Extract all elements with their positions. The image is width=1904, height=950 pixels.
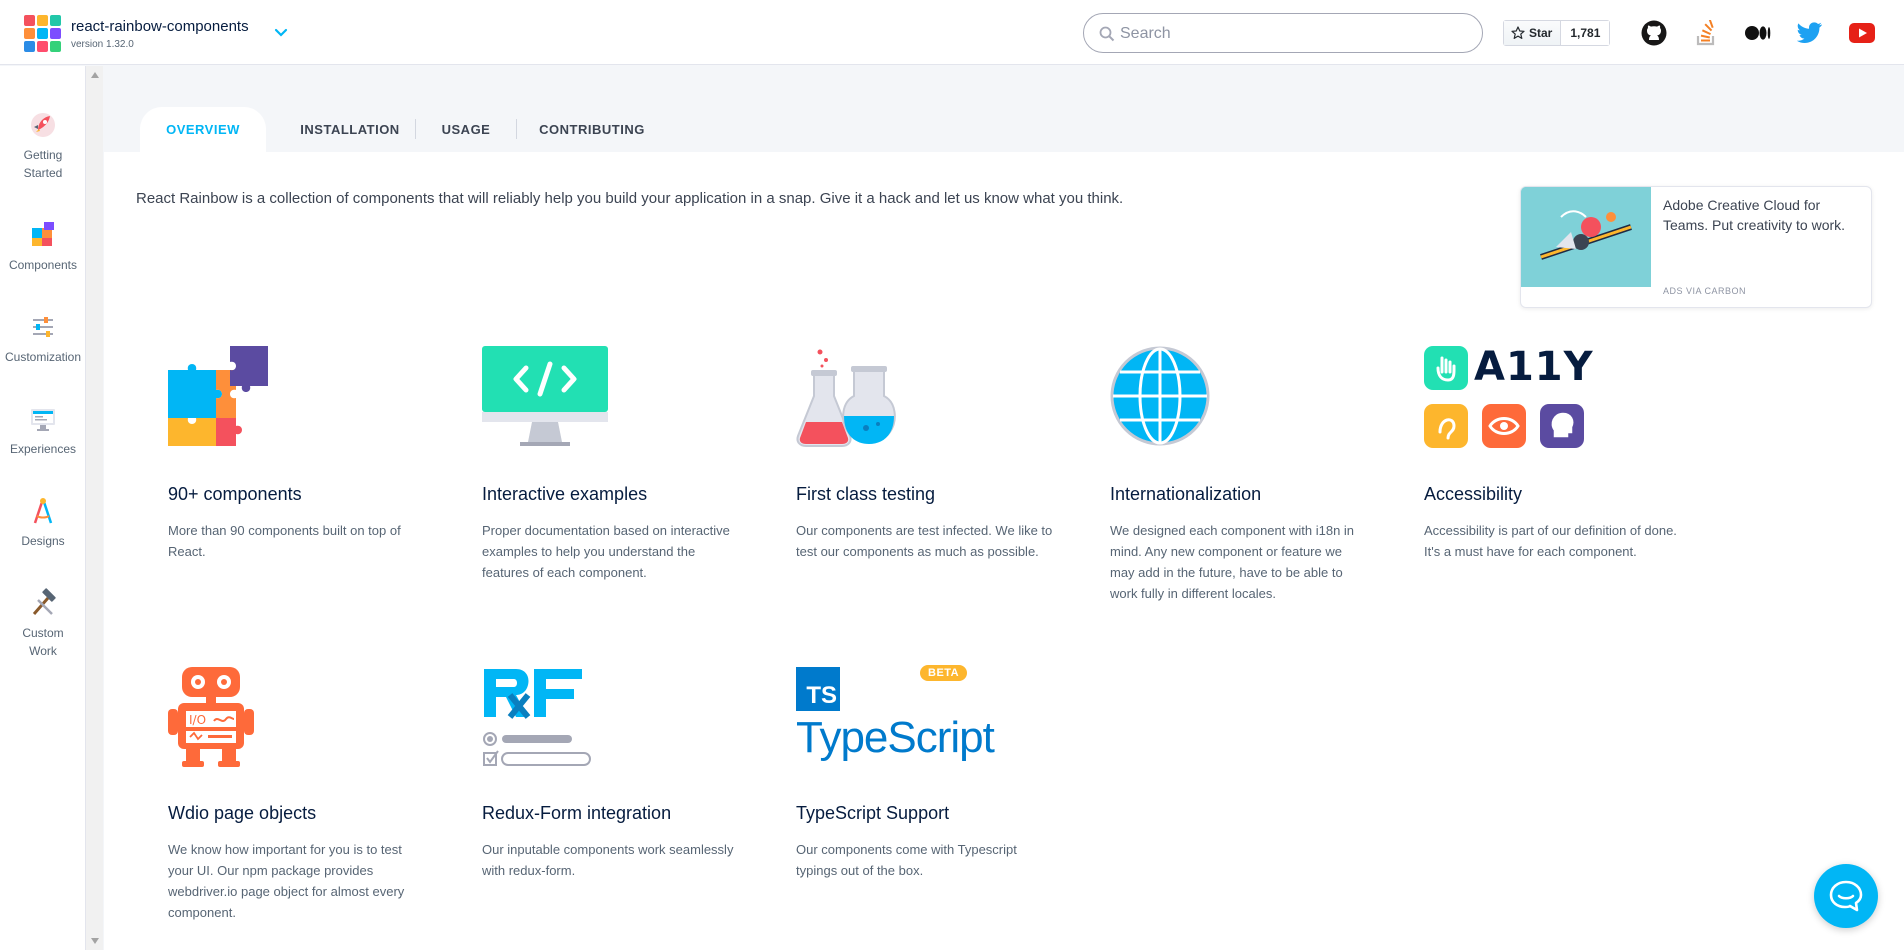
sidebar-item-components[interactable]: Components	[0, 220, 86, 274]
typescript-icon: TS TypeScript BETA	[796, 665, 995, 767]
sidebar-item-label: Designs	[21, 534, 65, 548]
tab-installation[interactable]: INSTALLATION	[286, 107, 414, 152]
tab-overview[interactable]: OVERVIEW	[140, 107, 266, 152]
star-button[interactable]: Star	[1504, 21, 1562, 45]
feature-description: More than 90 components built on top of …	[168, 523, 401, 559]
svg-text:I/O: I/O	[189, 713, 206, 727]
rocket-icon	[28, 110, 58, 140]
sidebar-item-experiences[interactable]: Experiences	[0, 404, 86, 458]
feature-description: We know how important for you is to test…	[168, 842, 405, 920]
youtube-icon[interactable]	[1848, 19, 1876, 47]
feature-title: 90+ components	[168, 484, 302, 504]
beta-badge: BETA	[920, 665, 968, 681]
flasks-icon	[796, 346, 896, 453]
feature-title: Wdio page objects	[168, 803, 317, 823]
search-input[interactable]	[1120, 22, 1460, 46]
monitor-icon	[28, 404, 58, 434]
search-icon	[1098, 25, 1116, 43]
chat-support-button[interactable]	[1814, 864, 1878, 928]
github-icon[interactable]	[1640, 19, 1668, 47]
feature-description: Our inputable components work seamlessly…	[482, 842, 734, 878]
compass-icon	[28, 496, 58, 526]
stackoverflow-icon[interactable]	[1692, 19, 1720, 47]
app-title: react-rainbow-components	[71, 18, 249, 35]
star-icon	[1511, 26, 1525, 39]
chevron-down-icon[interactable]	[273, 26, 289, 40]
carbon-ad[interactable]: Adobe Creative Cloud for Teams. Put crea…	[1520, 186, 1872, 308]
redux-form-icon	[482, 665, 594, 772]
code-monitor-icon	[482, 346, 608, 453]
github-star-button[interactable]: Star 1,781	[1503, 20, 1611, 46]
tab-contributing[interactable]: CONTRIBUTING	[517, 107, 667, 152]
sidebar-item-designs[interactable]: Designs	[0, 496, 86, 550]
sliders-icon	[28, 312, 58, 342]
feature-description: Proper documentation based on interactiv…	[482, 523, 730, 580]
feature-description: Accessibility is part of our definition …	[1424, 523, 1677, 559]
robot-icon: I/O	[168, 665, 254, 772]
sidebar-item-custom-work[interactable]: Custom Work	[0, 588, 86, 660]
globe-icon	[1110, 346, 1210, 453]
ear-icon	[1424, 404, 1468, 448]
main-content: OVERVIEW INSTALLATION USAGE CONTRIBUTING…	[104, 66, 1904, 950]
feature-title: Redux-Form integration	[482, 803, 672, 823]
ad-via-label[interactable]: ADS VIA CARBON	[1663, 286, 1746, 296]
feature-title: Internationalization	[1110, 484, 1262, 504]
medium-icon[interactable]	[1744, 19, 1772, 47]
rainbow-logo-icon[interactable]	[24, 15, 62, 53]
app-version: version 1.32.0	[71, 39, 134, 50]
chat-bubble-icon	[1829, 880, 1863, 912]
puzzle-icon	[28, 220, 58, 250]
a11y-text: A11Y	[1474, 344, 1594, 390]
feature-description: Our components come with Typescript typi…	[796, 842, 1017, 878]
sidebar-item-label: Components	[8, 258, 78, 272]
sidebar-scrollbar[interactable]	[86, 66, 103, 950]
tab-usage[interactable]: USAGE	[416, 107, 516, 152]
ts-abbr: TS	[806, 682, 837, 709]
feature-title: Accessibility	[1424, 484, 1523, 504]
eye-icon	[1482, 404, 1526, 448]
scroll-down-arrow-icon[interactable]	[91, 938, 99, 944]
feature-title: First class testing	[796, 484, 936, 504]
feature-title: TypeScript Support	[796, 803, 950, 823]
tab-bar: OVERVIEW INSTALLATION USAGE CONTRIBUTING	[104, 66, 1904, 152]
feature-description: Our components are test infected. We lik…	[796, 523, 1053, 559]
sidebar-item-label: Customization	[4, 350, 82, 364]
head-icon	[1540, 404, 1584, 448]
overview-panel: React Rainbow is a collection of compone…	[104, 152, 1904, 950]
a11y-icon: A11Y	[1424, 344, 1594, 448]
ts-square: TS	[796, 667, 840, 711]
star-label: Star	[1529, 26, 1553, 40]
hammer-icon	[28, 588, 58, 618]
ad-text[interactable]: Adobe Creative Cloud for Teams. Put crea…	[1663, 195, 1863, 235]
sidebar-item-customization[interactable]: Customization	[0, 312, 86, 366]
sidebar-item-label: Experiences	[9, 442, 77, 456]
puzzle-pieces-icon	[168, 346, 270, 453]
left-sidebar: Getting Started Components Customization…	[0, 66, 86, 950]
top-header: react-rainbow-components version 1.32.0 …	[0, 0, 1904, 65]
star-count[interactable]: 1,781	[1561, 21, 1610, 45]
sidebar-item-label: Getting Started	[23, 148, 63, 180]
intro-text: React Rainbow is a collection of compone…	[136, 190, 1124, 207]
search-box[interactable]	[1083, 13, 1483, 53]
twitter-icon[interactable]	[1796, 19, 1824, 47]
feature-description: We designed each component with i18n in …	[1110, 523, 1355, 601]
sidebar-item-label: Custom Work	[22, 626, 64, 658]
sidebar-item-getting-started[interactable]: Getting Started	[0, 110, 86, 182]
ad-image[interactable]	[1521, 187, 1651, 287]
feature-title: Interactive examples	[482, 484, 648, 504]
scroll-up-arrow-icon[interactable]	[91, 72, 99, 78]
typescript-wordmark: TypeScript	[796, 713, 995, 762]
